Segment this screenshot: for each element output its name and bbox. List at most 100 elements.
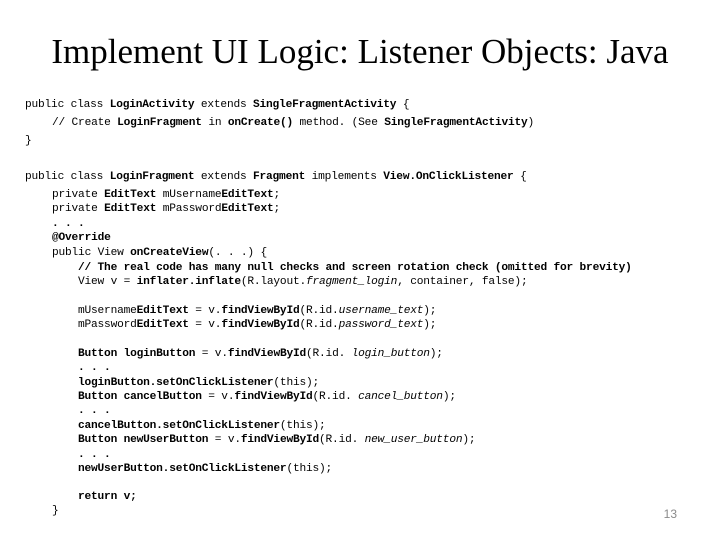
code-token: ; — [273, 189, 280, 201]
code-token: { — [396, 99, 410, 111]
code-line: newUserButton.setOnClickListener(this); — [78, 462, 332, 476]
code-token: findViewById — [227, 348, 307, 360]
code-token: ); — [423, 305, 437, 317]
code-token: EditText — [221, 203, 274, 215]
code-line: mPasswordEditText = v.findViewById(R.id.… — [78, 318, 436, 332]
code-token: = v. — [188, 305, 222, 317]
code-line: @Override — [52, 231, 111, 245]
code-line: // Create LoginFragment in onCreate() me… — [52, 116, 534, 130]
code-line: Button newUserButton = v.findViewById(R.… — [78, 433, 476, 447]
code-token: . . . — [78, 405, 111, 417]
code-line: . . . — [78, 361, 111, 375]
code-token: method. (See — [293, 117, 385, 129]
slide-title: Implement UI Logic: Listener Objects: Ja… — [51, 32, 669, 71]
code-token: cancel_button — [358, 391, 443, 403]
code-token: ); — [429, 348, 443, 360]
code-token: (. . .) { — [208, 247, 267, 259]
code-token: (R.id. — [299, 319, 339, 331]
code-token: } — [25, 135, 32, 147]
code-token: loginButton.setOnClickListener — [78, 377, 274, 389]
code-token: ); — [462, 434, 476, 446]
code-line: . . . — [78, 448, 111, 462]
code-token: mPassword — [156, 203, 222, 215]
code-token: EditText — [104, 203, 157, 215]
code-token: return v; — [78, 491, 137, 503]
code-token: onCreateView — [130, 247, 209, 259]
code-line: return v; — [78, 490, 137, 504]
code-token: EditText — [221, 189, 274, 201]
code-token: EditText — [104, 189, 157, 201]
code-token: public class — [25, 99, 110, 111]
code-token: cancelButton.setOnClickListener — [78, 420, 280, 432]
code-token: extends — [194, 171, 253, 183]
code-token: EditText — [136, 305, 189, 317]
code-token: (R.id. — [319, 434, 365, 446]
code-token: = v. — [201, 391, 235, 403]
code-token: private — [52, 189, 105, 201]
code-token: (R.layout. — [240, 276, 306, 288]
code-line: . . . — [52, 217, 85, 231]
code-token: Button cancelButton — [78, 391, 202, 403]
code-token: } — [52, 505, 59, 517]
code-token: View v = — [78, 276, 137, 288]
code-token: LoginFragment — [117, 117, 202, 129]
code-line: } — [52, 504, 59, 518]
code-token: Button login — [78, 348, 157, 360]
code-line: public class LoginActivity extends Singl… — [25, 98, 410, 112]
code-token: username_text — [338, 305, 424, 317]
code-token: onCreate() — [227, 117, 294, 129]
code-token: inflater.inflate — [136, 276, 241, 288]
code-line: View v = inflater.inflate(R.layout.fragm… — [78, 275, 528, 289]
code-token: findViewById — [221, 319, 300, 331]
code-token: View.OnClickListener — [383, 171, 514, 183]
code-token: Button — [156, 348, 196, 360]
code-token: ); — [442, 391, 456, 403]
code-line: . . . — [78, 404, 111, 418]
code-token: extends — [194, 99, 253, 111]
code-token: (this); — [279, 420, 326, 432]
code-line: public View onCreateView(. . .) { — [52, 246, 267, 260]
code-token: findViewById — [234, 391, 313, 403]
code-token: findViewById — [240, 434, 320, 446]
code-token: login_button — [351, 348, 430, 360]
page-number: 13 — [663, 507, 677, 521]
code-token: // Create — [52, 117, 118, 129]
code-token: EditText — [136, 319, 189, 331]
code-token: @Override — [52, 232, 111, 244]
code-token: LoginActivity — [109, 99, 195, 111]
code-token: private — [52, 203, 105, 215]
code-token: mUsername — [156, 189, 222, 201]
code-line: Button loginButton = v.findViewById(R.id… — [78, 347, 443, 361]
code-token: password_text — [338, 319, 424, 331]
code-token: mPassword — [78, 319, 137, 331]
code-token: (R.id. — [299, 305, 339, 317]
code-token: Fragment — [253, 171, 306, 183]
code-line: private EditText mUsernameEditText; — [52, 188, 280, 202]
code-token: ; — [273, 203, 280, 215]
code-token: fragment_login — [305, 276, 398, 288]
code-token: (this); — [286, 463, 333, 475]
code-line: loginButton.setOnClickListener(this); — [78, 376, 319, 390]
code-token: new_user_button — [364, 434, 463, 446]
code-line: private EditText mPasswordEditText; — [52, 202, 280, 216]
code-token: . . . — [78, 362, 111, 374]
code-token: mUsername — [78, 305, 137, 317]
code-line: // The real code has many null checks an… — [78, 261, 632, 275]
code-token: = v. — [208, 434, 241, 446]
code-token: (this); — [273, 377, 320, 389]
code-token: findViewById — [221, 305, 300, 317]
code-line: Button cancelButton = v.findViewById(R.i… — [78, 390, 456, 404]
code-token: . . . — [78, 449, 111, 461]
code-line: cancelButton.setOnClickListener(this); — [78, 419, 326, 433]
code-token: (R.id. — [306, 348, 352, 360]
code-line: } — [25, 134, 32, 148]
code-token: ) — [527, 117, 535, 129]
code-token: SingleFragmentActivity — [384, 117, 528, 129]
code-token: Button newUserButton — [78, 434, 209, 446]
code-token: { — [513, 171, 527, 183]
code-token: = v. — [195, 348, 228, 360]
code-token: public class — [25, 171, 110, 183]
code-token: ); — [423, 319, 437, 331]
code-token: = v. — [188, 319, 222, 331]
code-token: , container, false); — [397, 276, 528, 288]
